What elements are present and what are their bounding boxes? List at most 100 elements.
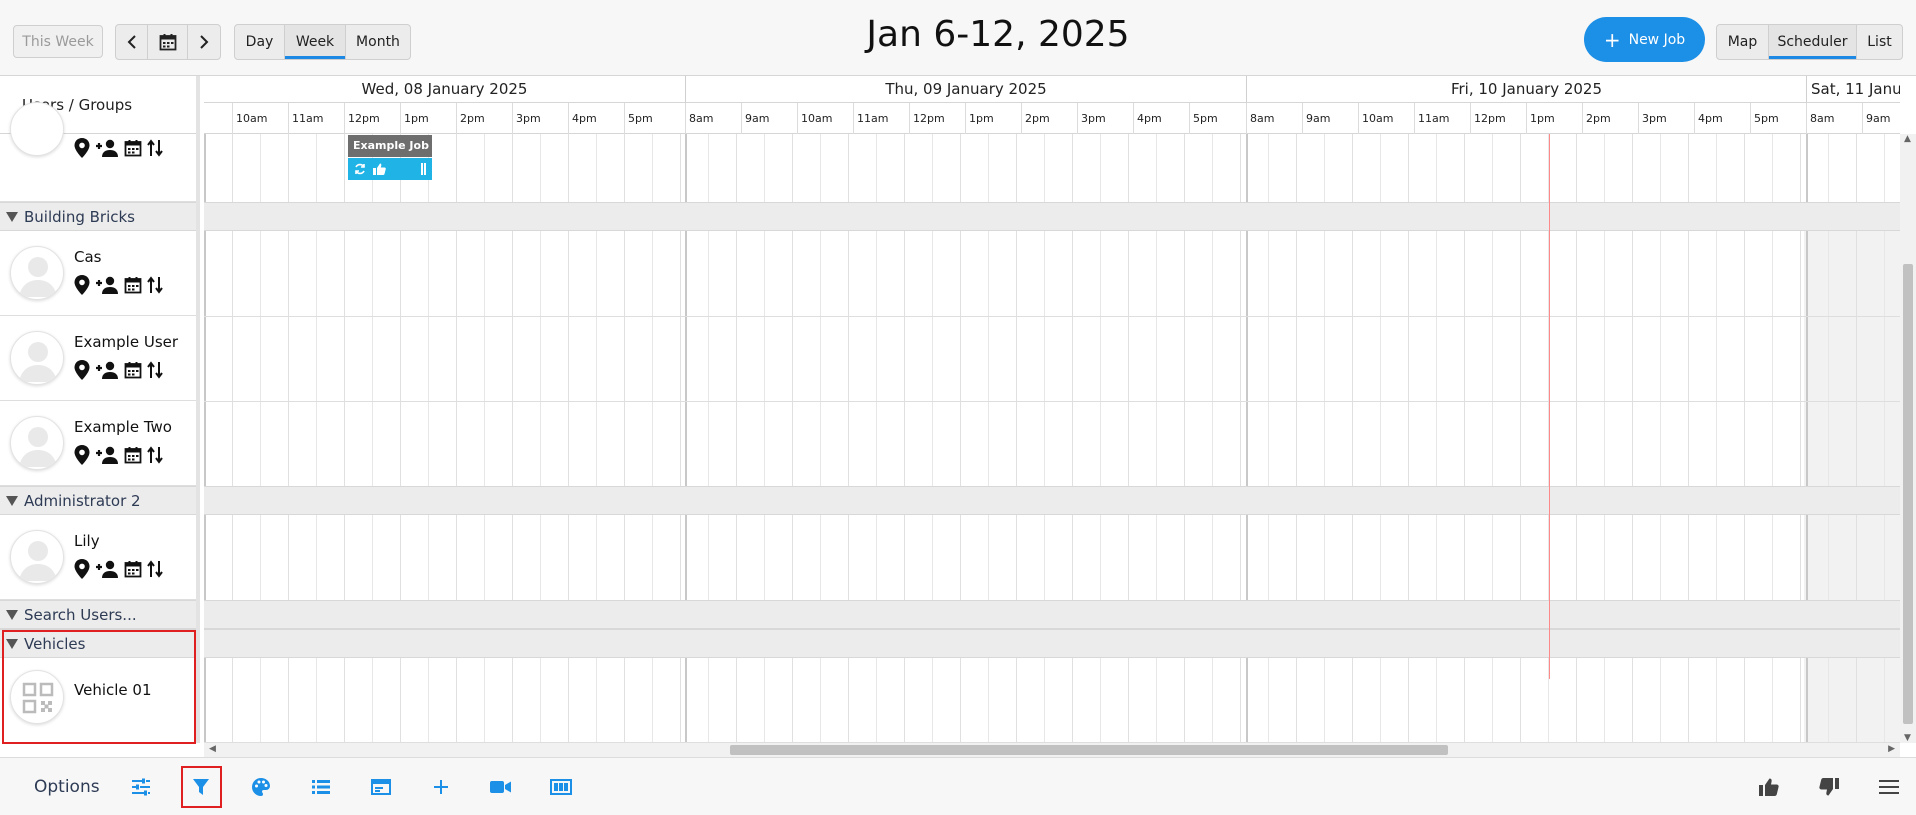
- filter-highlight-box: [181, 766, 222, 808]
- add-person-icon[interactable]: [95, 139, 119, 157]
- default-avatar-icon: [19, 541, 57, 581]
- sort-arrows-icon[interactable]: [147, 446, 163, 464]
- hour-label: 9am: [1302, 103, 1358, 134]
- user-row-lily[interactable]: Lily: [0, 515, 196, 600]
- date-navigator: [115, 24, 221, 60]
- palette-icon: [252, 778, 270, 796]
- day-header-thu: Thu, 09 January 2025: [685, 76, 1246, 103]
- list-view-button[interactable]: [305, 771, 337, 803]
- new-job-button[interactable]: + New Job: [1584, 17, 1705, 62]
- vertical-scrollbar[interactable]: ▲ ▼: [1900, 134, 1916, 743]
- scroll-right-arrow-icon[interactable]: ▶: [1888, 744, 1895, 754]
- user-row-example-user[interactable]: Example User: [0, 316, 196, 401]
- hour-label: 10am: [797, 103, 853, 134]
- group-administrator-2[interactable]: Administrator 2: [0, 486, 196, 515]
- drag-handle-icon[interactable]: [421, 163, 426, 175]
- options-label[interactable]: Options: [34, 777, 100, 797]
- group-label: Search Users...: [24, 605, 137, 624]
- vehicles-highlight-box: [2, 630, 196, 744]
- add-person-icon[interactable]: [95, 361, 119, 379]
- calendar-icon[interactable]: [124, 560, 142, 578]
- recurring-icon: [355, 163, 365, 175]
- sort-arrows-icon[interactable]: [147, 560, 163, 578]
- user-row-example-two[interactable]: Example Two: [0, 401, 196, 486]
- calendar-icon[interactable]: [124, 139, 142, 157]
- row-divider: [204, 316, 1900, 317]
- avatar: [10, 102, 64, 156]
- color-palette-button[interactable]: [245, 771, 277, 803]
- thumbs-up-button[interactable]: [1753, 771, 1785, 803]
- default-avatar-icon: [19, 427, 57, 467]
- user-name: Example Two: [74, 418, 172, 436]
- hour-label: 4pm: [568, 103, 624, 134]
- top-toolbar: This Week Day Week Month Jan 6-12, 2025 …: [0, 0, 1916, 76]
- job-card-bar[interactable]: [348, 158, 432, 180]
- tab-week[interactable]: Week: [285, 25, 346, 59]
- calendar-icon[interactable]: [124, 276, 142, 294]
- tab-day[interactable]: Day: [235, 25, 285, 59]
- sort-arrows-icon[interactable]: [147, 276, 163, 294]
- previous-week-button[interactable]: [116, 25, 148, 59]
- horizontal-scrollbar[interactable]: ◀ ▶: [204, 743, 1900, 757]
- calendar-picker-button[interactable]: [148, 25, 188, 59]
- collapse-triangle-icon[interactable]: [6, 609, 18, 620]
- location-pin-icon[interactable]: [74, 138, 90, 158]
- job-title[interactable]: Example Job Type: [348, 135, 432, 157]
- add-button[interactable]: [425, 771, 457, 803]
- hamburger-menu-icon: [1879, 780, 1899, 794]
- add-person-icon[interactable]: [95, 560, 119, 578]
- sort-arrows-icon[interactable]: [147, 139, 163, 157]
- settings-sliders-button[interactable]: [125, 771, 157, 803]
- add-person-icon[interactable]: [95, 276, 119, 294]
- hour-label: 9am: [1862, 103, 1900, 134]
- scroll-left-arrow-icon[interactable]: ◀: [209, 744, 216, 754]
- thumbs-down-button[interactable]: [1813, 771, 1845, 803]
- this-week-button[interactable]: This Week: [13, 25, 103, 58]
- location-pin-icon[interactable]: [74, 275, 90, 295]
- chevron-right-icon: [200, 35, 209, 49]
- video-button[interactable]: [485, 771, 517, 803]
- thumbs-up-icon: [373, 163, 386, 175]
- hour-label: 9am: [741, 103, 797, 134]
- hour-label: 12pm: [1470, 103, 1526, 134]
- horizontal-scroll-thumb[interactable]: [730, 745, 1448, 755]
- scroll-down-arrow-icon[interactable]: ▼: [1904, 733, 1911, 743]
- vertical-scroll-thumb[interactable]: [1903, 264, 1913, 724]
- hour-label: 12pm: [344, 103, 400, 134]
- calendar-icon[interactable]: [124, 361, 142, 379]
- user-row-partial[interactable]: [0, 102, 196, 202]
- scroll-up-arrow-icon[interactable]: ▲: [1904, 134, 1911, 144]
- collapse-triangle-icon[interactable]: [6, 211, 18, 222]
- hour-label: 1pm: [965, 103, 1021, 134]
- plus-icon: [434, 780, 448, 794]
- location-pin-icon[interactable]: [74, 559, 90, 579]
- sort-arrows-icon[interactable]: [147, 361, 163, 379]
- user-actions: [74, 559, 163, 579]
- tab-list[interactable]: List: [1857, 25, 1902, 59]
- next-week-button[interactable]: [188, 25, 220, 59]
- location-pin-icon[interactable]: [74, 445, 90, 465]
- location-pin-icon[interactable]: [74, 360, 90, 380]
- hour-label: 8am: [1806, 103, 1862, 134]
- tab-map[interactable]: Map: [1717, 25, 1769, 59]
- new-job-label: New Job: [1628, 31, 1686, 48]
- window-card-icon: [371, 779, 391, 795]
- chevron-left-icon: [127, 35, 136, 49]
- day-header-wed: Wed, 08 January 2025: [204, 76, 685, 103]
- card-view-button[interactable]: [365, 771, 397, 803]
- hour-label: 2pm: [456, 103, 512, 134]
- hour-label: 10am: [1358, 103, 1414, 134]
- collapse-triangle-icon[interactable]: [6, 495, 18, 506]
- group-building-bricks[interactable]: Building Bricks: [0, 202, 196, 231]
- hour-label: 11am: [288, 103, 344, 134]
- user-row-cas[interactable]: Cas: [0, 231, 196, 316]
- menu-button[interactable]: [1873, 771, 1905, 803]
- group-label: Administrator 2: [24, 491, 141, 510]
- add-person-icon[interactable]: [95, 446, 119, 464]
- columns-icon: [550, 779, 572, 795]
- tab-scheduler[interactable]: Scheduler: [1769, 25, 1857, 59]
- tab-month[interactable]: Month: [346, 25, 410, 59]
- columns-view-button[interactable]: [545, 771, 577, 803]
- group-search-users[interactable]: Search Users...: [0, 600, 196, 629]
- calendar-icon[interactable]: [124, 446, 142, 464]
